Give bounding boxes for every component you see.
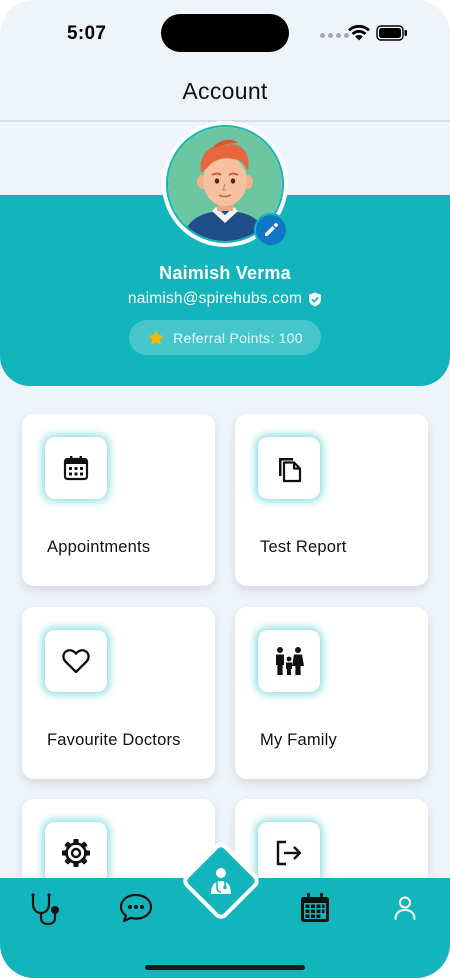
battery-icon <box>376 25 407 41</box>
calendar-icon <box>63 456 89 481</box>
star-icon <box>147 329 165 345</box>
card-icon-container <box>45 630 107 692</box>
verified-icon <box>309 292 322 306</box>
test-report-card[interactable]: Test Report <box>235 414 428 586</box>
edit-avatar-button[interactable] <box>254 213 288 247</box>
copy-documents-icon <box>279 458 302 483</box>
stethoscope-icon <box>31 893 59 926</box>
my-family-card[interactable]: My Family <box>235 607 428 779</box>
app-screen: 5:07 Account Naimish Verma naimish@spire… <box>0 0 450 978</box>
profile-email: naimish@spirehubs.com <box>127 290 303 307</box>
favourite-doctors-card[interactable]: Favourite Doctors <box>22 607 215 779</box>
logout-icon <box>276 840 302 866</box>
appointments-card[interactable]: Appointments <box>22 414 215 586</box>
profile-name: Naimish Verma <box>159 263 291 283</box>
user-icon <box>394 896 416 920</box>
nav-account[interactable] <box>390 893 420 923</box>
card-icon-container <box>258 822 320 884</box>
wifi-icon <box>348 24 370 41</box>
gear-icon <box>62 839 90 867</box>
dynamic-island <box>161 14 289 52</box>
heart-icon <box>62 649 90 674</box>
card-icon-container <box>258 437 320 499</box>
doctor-icon <box>211 868 231 894</box>
card-icon-container <box>45 437 107 499</box>
profile-email-row: naimish@spirehubs.com <box>0 290 450 308</box>
home-indicator <box>145 965 305 970</box>
family-icon <box>276 647 304 675</box>
nav-chat[interactable] <box>116 890 156 926</box>
card-icon-container <box>45 822 107 884</box>
page-title: Account <box>182 78 268 104</box>
signal-icon <box>320 33 349 38</box>
nav-stethoscope[interactable] <box>26 890 64 928</box>
pencil-icon <box>265 223 278 236</box>
card-label: Appointments <box>47 538 151 556</box>
card-icon-container <box>258 630 320 692</box>
status-bar: 5:07 <box>0 0 450 66</box>
calendar-icon <box>301 893 329 922</box>
card-label: Test Report <box>260 538 347 556</box>
nav-calendar[interactable] <box>297 890 333 926</box>
chat-icon <box>119 893 153 923</box>
referral-points-badge[interactable]: Referral Points: 100 <box>129 320 321 355</box>
card-label: My Family <box>260 731 337 749</box>
referral-points-label: Referral Points: 100 <box>173 329 303 346</box>
status-time: 5:07 <box>67 23 107 44</box>
card-label: Favourite Doctors <box>47 731 181 749</box>
